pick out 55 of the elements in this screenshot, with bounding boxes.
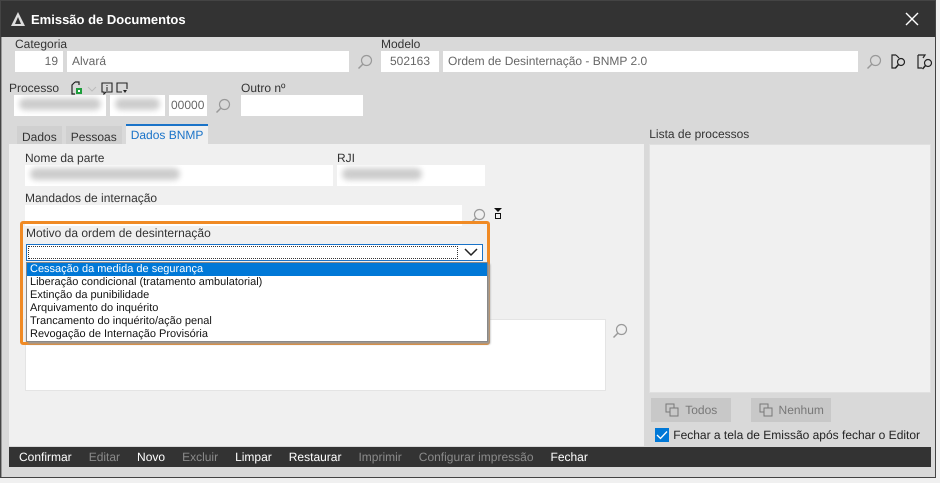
toolbar-button[interactable]: Confirmar (13, 450, 78, 464)
dropdown-option[interactable]: Liberação condicional (tratamento ambulatorial) (27, 276, 487, 289)
tab[interactable]: Pessoas (66, 126, 122, 144)
search-icon[interactable] (470, 208, 486, 224)
document-download-icon[interactable] (116, 82, 128, 95)
tab[interactable]: Dados (17, 126, 62, 144)
field-label: Categoria (15, 38, 68, 51)
checkbox-label: Fechar a tela de Emissão após fechar o Editor (673, 428, 920, 442)
combo-box[interactable] (26, 244, 483, 261)
input-field[interactable] (241, 95, 363, 116)
redacted-text (115, 98, 160, 110)
tab[interactable]: Dados BNMP (126, 124, 208, 144)
dropdown-option[interactable]: Arquivamento do inquérito (27, 302, 487, 315)
window-title: Emissão de Documentos (31, 12, 187, 26)
code-field[interactable]: 19 (15, 51, 63, 72)
copy-icon (758, 403, 773, 417)
input-field[interactable] (25, 165, 333, 186)
dropdown-icon[interactable] (494, 208, 502, 219)
name-field[interactable]: Ordem de Desinternação - BNMP 2.0 (443, 51, 858, 72)
toolbar-button[interactable]: Novo (131, 450, 172, 464)
toolbar-button[interactable]: Restaurar (282, 450, 348, 464)
checkbox[interactable] (655, 428, 670, 442)
field-label: Processo (9, 82, 60, 95)
document-search-icon[interactable] (916, 52, 934, 70)
dropdown-option[interactable]: Trancamento do inquérito/ação penal (27, 315, 487, 328)
code-field[interactable]: 502163 (381, 51, 439, 72)
copy-icon (665, 403, 680, 417)
toolbar-button[interactable]: Limpar (229, 450, 278, 464)
field-label: Nome da parte (25, 152, 106, 165)
new-document-icon[interactable] (71, 81, 84, 95)
search-icon[interactable] (215, 98, 231, 114)
search-icon[interactable] (866, 54, 882, 70)
search-icon[interactable] (357, 54, 373, 70)
dropdown-option[interactable]: Extinção da punibilidade (27, 289, 487, 302)
process-number-field[interactable] (110, 95, 165, 116)
process-suffix-field[interactable]: 00000 (169, 95, 207, 116)
field-label: Outro nº (241, 80, 286, 95)
name-field[interactable]: Alvará (67, 51, 349, 72)
field-label: RJI (337, 152, 356, 165)
caret-icon[interactable] (87, 85, 98, 93)
dropdown-option[interactable]: Cessação da medida de segurança (27, 263, 487, 276)
input-field[interactable] (337, 165, 485, 186)
close-icon[interactable] (905, 12, 919, 26)
dropdown-option[interactable]: Revogação de Internação Provisória (27, 328, 487, 341)
field-label: Modelo (381, 38, 422, 51)
logo-icon (11, 12, 25, 26)
field-label: Mandados de internação (25, 192, 158, 205)
chevron-icon (464, 248, 478, 257)
field-label: Lista de processos (649, 127, 750, 143)
toolbar-button[interactable]: Fechar (544, 450, 594, 464)
document-search-icon[interactable] (890, 52, 908, 70)
info-document-icon[interactable] (101, 82, 114, 95)
field-label: Motivo da ordem de desinternação (26, 227, 212, 240)
search-icon[interactable] (612, 323, 628, 339)
process-number-field[interactable] (14, 95, 106, 116)
